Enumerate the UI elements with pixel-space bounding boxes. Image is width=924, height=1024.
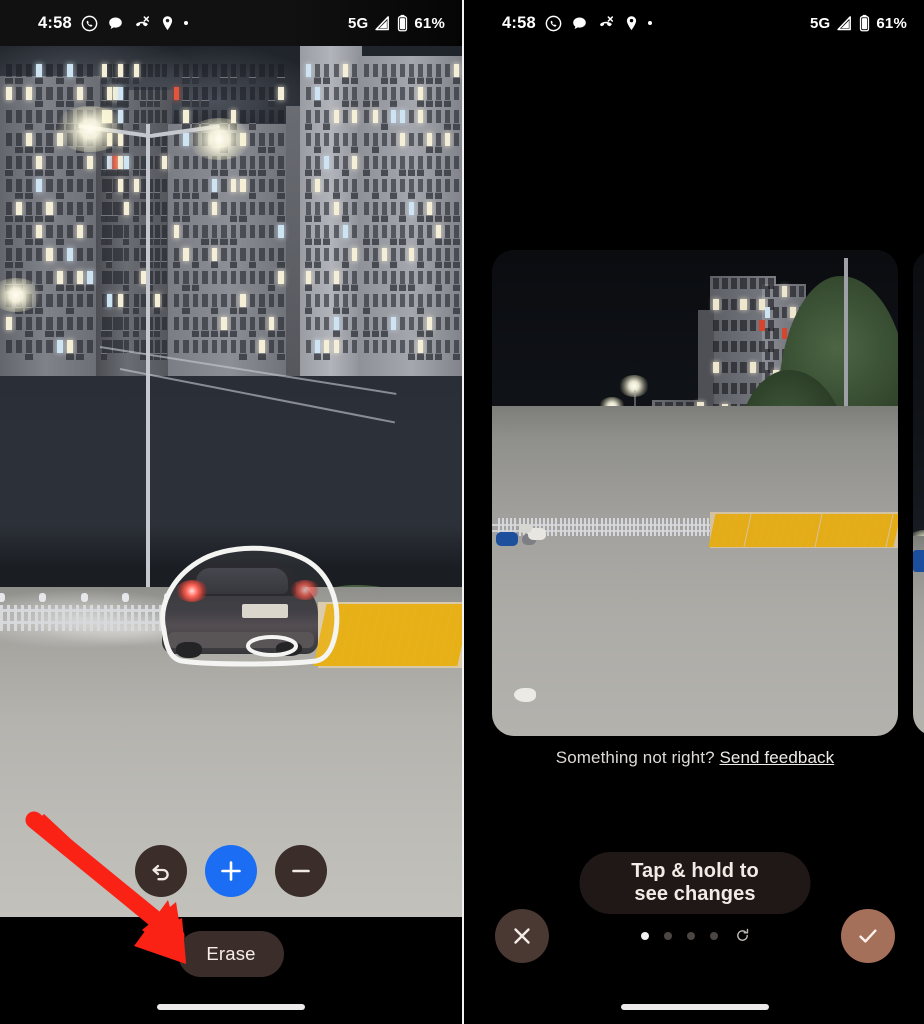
battery-percent-label: 61%	[414, 14, 445, 32]
erase-selection-outline	[160, 545, 340, 667]
page-dot[interactable]	[686, 931, 695, 940]
phone-panel-result: Something not right? Send feedback Tap &…	[462, 0, 924, 1024]
result-area: Something not right? Send feedback Tap &…	[464, 46, 924, 1024]
status-bar: 4:58 5G 61%	[464, 0, 924, 46]
home-indicator	[157, 1004, 305, 1010]
network-type-label: 5G	[809, 14, 831, 32]
page-dot[interactable]	[663, 931, 672, 940]
status-time: 4:58	[38, 13, 72, 32]
preview-road	[492, 406, 898, 736]
plus-icon	[221, 861, 241, 881]
signal-triangle-icon	[374, 15, 391, 32]
battery-percent-label: 61%	[876, 14, 907, 32]
battery-icon	[859, 14, 870, 32]
minus-icon	[292, 869, 310, 873]
whatsapp-icon	[81, 15, 98, 32]
page-dot[interactable]	[709, 931, 718, 940]
refresh-icon[interactable]	[735, 928, 750, 943]
preview-card[interactable]	[492, 250, 898, 736]
whatsapp-icon	[545, 15, 562, 32]
selected-car[interactable]	[150, 545, 340, 667]
confirm-button[interactable]	[841, 909, 895, 963]
editor-bottom-bar: Erase	[0, 917, 462, 1024]
brush-decrease-button[interactable]	[275, 845, 327, 897]
location-icon	[160, 15, 175, 32]
brush-increase-button[interactable]	[205, 845, 257, 897]
more-dot-icon	[183, 21, 188, 25]
message-icon	[571, 15, 588, 32]
home-indicator	[621, 1004, 769, 1010]
location-icon	[624, 15, 639, 32]
litter	[514, 688, 536, 702]
undo-button[interactable]	[135, 845, 187, 897]
signal-triangle-icon	[836, 15, 853, 32]
missed-call-icon	[133, 14, 151, 32]
page-dot[interactable]	[640, 931, 649, 940]
phone-panel-editor: Erase 4:58 5G 61%	[0, 0, 462, 1024]
screenshot-stage: Erase 4:58 5G 61% Something not right? S…	[0, 0, 924, 1024]
editor-tool-row	[0, 845, 462, 897]
missed-call-icon	[597, 14, 615, 32]
network-type-label: 5G	[347, 14, 369, 32]
status-bar: 4:58 5G 61%	[0, 0, 462, 46]
undo-arrow-icon	[152, 864, 169, 881]
result-action-bar	[464, 909, 924, 979]
more-dot-icon	[647, 21, 652, 25]
apartment-buildings	[0, 46, 462, 376]
feedback-row: Something not right? Send feedback	[464, 748, 924, 768]
next-preview-card[interactable]	[913, 250, 924, 736]
erase-button[interactable]: Erase	[178, 931, 284, 977]
editor-photo[interactable]	[0, 46, 462, 917]
status-time: 4:58	[502, 13, 536, 32]
feedback-prompt: Something not right?	[555, 748, 715, 767]
message-icon	[107, 15, 124, 32]
battery-icon	[397, 14, 408, 32]
tap-hold-button[interactable]: Tap & hold to see changes	[579, 852, 811, 914]
check-icon	[859, 929, 877, 943]
send-feedback-link[interactable]: Send feedback	[719, 748, 834, 767]
